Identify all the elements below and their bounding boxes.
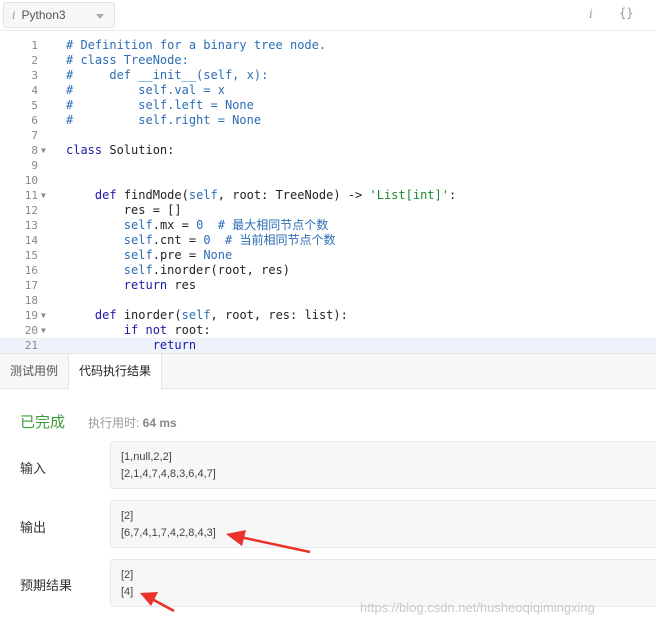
annotation-arrows — [140, 530, 311, 613]
annotation-arrow-output — [226, 530, 311, 554]
annotation-arrow-expected — [140, 592, 175, 613]
